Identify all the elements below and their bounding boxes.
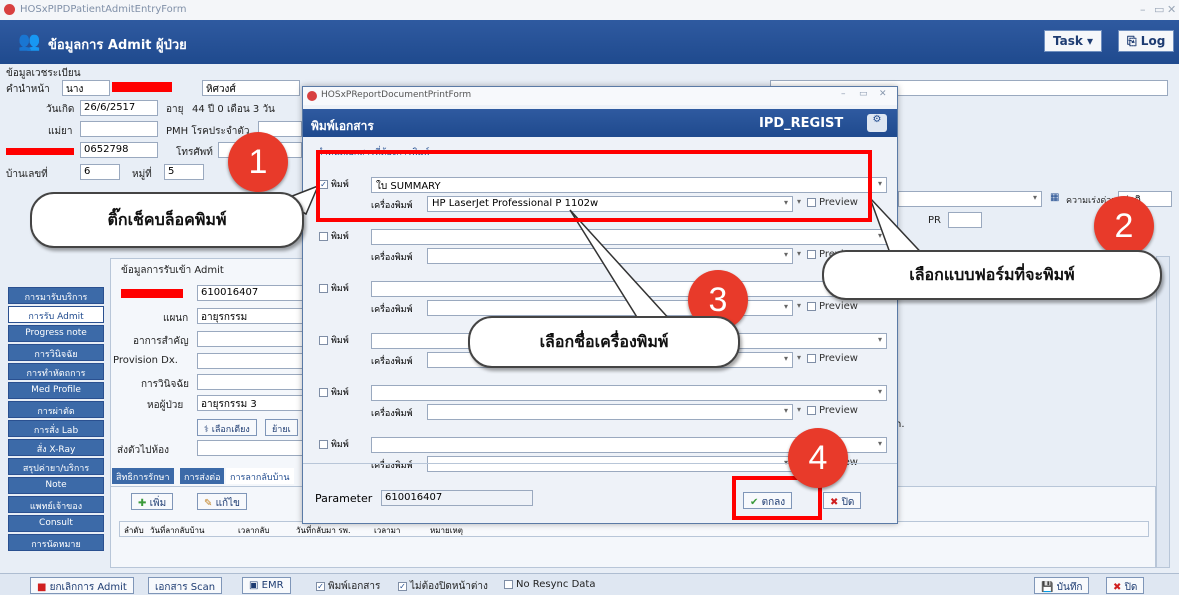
bubble-step-1: ติ๊กเช็คบล็อคพิมพ์ <box>30 192 304 248</box>
step-2-badge: 2 <box>1094 196 1154 256</box>
step-4-badge: 4 <box>788 428 848 488</box>
step-1-badge: 1 <box>228 132 288 192</box>
bubble-step-3: เลือกชื่อเครื่องพิมพ์ <box>468 316 740 368</box>
bubble3-pointer <box>569 209 674 323</box>
bubble-step-2: เลือกแบบฟอร์มที่จะพิมพ์ <box>822 250 1162 300</box>
highlight-first-row <box>316 150 872 222</box>
